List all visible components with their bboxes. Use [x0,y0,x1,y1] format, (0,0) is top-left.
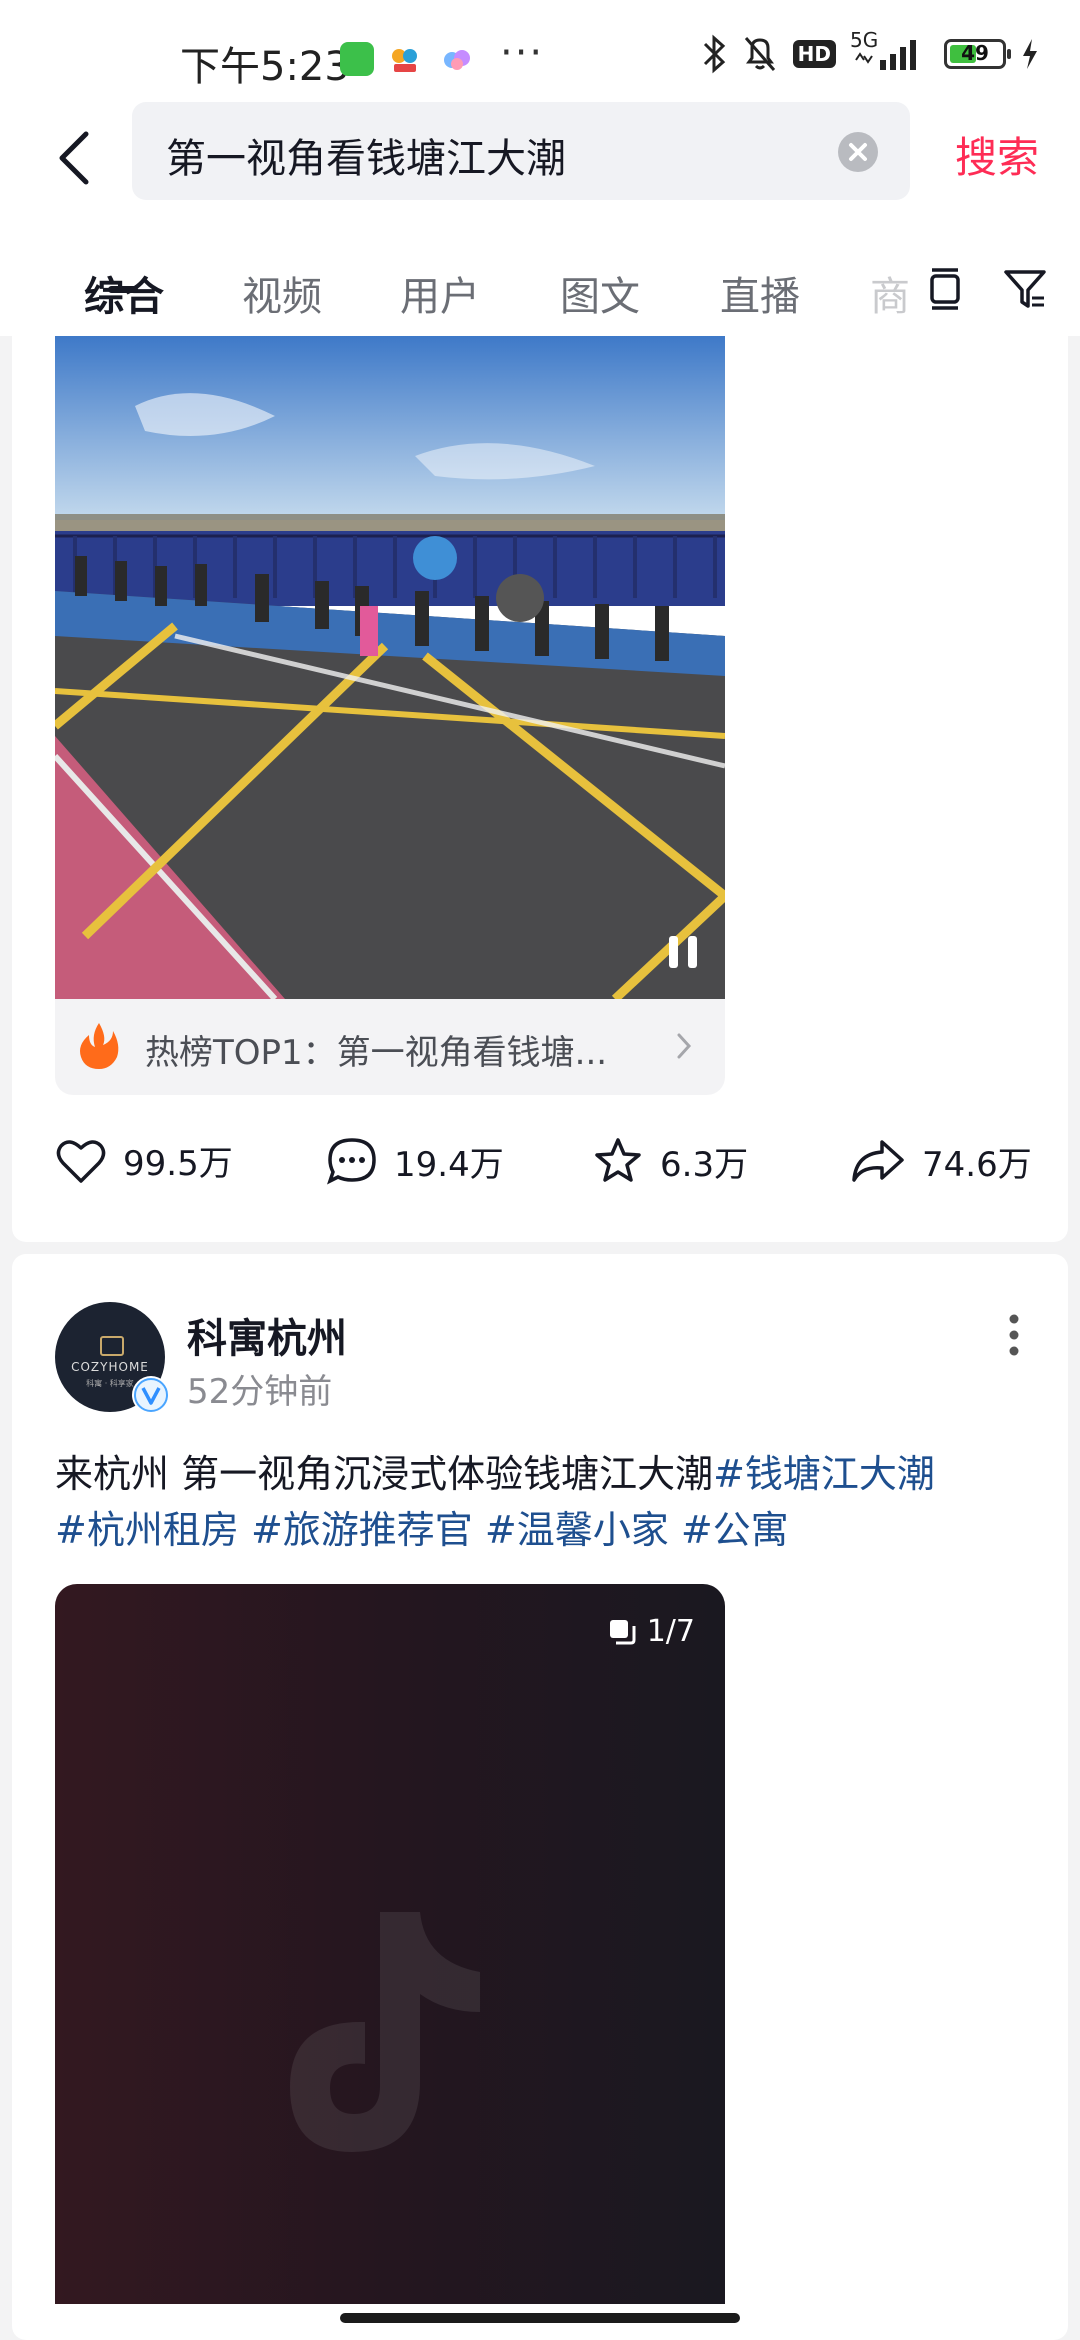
bluetooth-icon [703,34,725,74]
album-count: 1/7 [646,1614,695,1649]
status-time: 下午5:23 [180,44,350,90]
chevron-right-icon [675,1029,695,1072]
search-input[interactable]: 第一视角看钱塘江大潮 [132,102,910,200]
hashtag[interactable]: #温馨小家 [485,1508,669,1552]
engagement-bar: 99.5万 19.4万 6.3万 74.6万 [12,1136,1068,1216]
search-header: 第一视角看钱塘江大潮 搜索 综合 视频 用户 图文 直播 商 [0,100,1080,336]
filter-icon[interactable] [1000,264,1050,314]
avatar-logo-icon [100,1336,124,1356]
share-arrow-icon [852,1140,904,1182]
cloud-notification-icon [440,42,474,76]
heart-icon [56,1139,106,1183]
battery-icon: 49 [944,39,1011,69]
hashtag[interactable]: #公寓 [681,1508,789,1552]
description-text: 来杭州 第一视角沉浸式体验钱塘江大潮 [55,1452,714,1496]
tab-image-text[interactable]: 图文 [560,264,640,322]
author-name[interactable]: 科寓杭州 [187,1306,347,1364]
star-icon [595,1138,641,1182]
hot-ranking-text: 热榜TOP1：第一视角看钱塘... [145,1033,608,1073]
image-album[interactable]: 1/7 [55,1584,725,2304]
post-card-1: 热榜TOP1：第一视角看钱塘... 99.5万 19.4万 6.3万 74.6万 [12,336,1068,1242]
post-description: 来杭州 第一视角沉浸式体验钱塘江大潮#钱塘江大潮 #杭州租房 #旅游推荐官 #温馨… [55,1446,1035,1558]
tab-shop-partial[interactable]: 商 [870,264,910,322]
status-icons: HD 5G 49 [701,28,1040,74]
fire-icon [80,1023,119,1069]
favorite-button[interactable]: 6.3万 [592,1136,748,1186]
more-notifications-icon: ··· [500,30,545,76]
post-time: 52分钟前 [187,1372,333,1412]
avatar-brand: COZYHOME [71,1360,149,1374]
hashtag[interactable]: #旅游推荐官 [251,1508,473,1552]
more-vertical-icon [1009,1314,1019,1356]
wechat-notification-icon [340,42,374,76]
hd-badge: HD [792,40,836,68]
result-tabs: 综合 视频 用户 图文 直播 商 [0,236,1080,336]
tab-videos[interactable]: 视频 [242,264,322,322]
search-query: 第一视角看钱塘江大潮 [166,136,566,182]
like-button[interactable]: 99.5万 [55,1136,233,1185]
tab-users[interactable]: 用户 [400,264,480,322]
hot-ranking-link[interactable]: 热榜TOP1：第一视角看钱塘... [55,999,725,1095]
status-bar: 下午5:23 ··· HD 5G 49 [0,0,1080,100]
share-count: 74.6万 [922,1144,1032,1185]
album-counter: 1/7 [607,1614,695,1649]
mute-bell-icon [744,37,775,71]
hashtag[interactable]: #杭州租房 [55,1508,239,1552]
clear-search-button[interactable] [838,132,878,172]
layout-toggle-icon[interactable] [920,264,970,314]
close-icon [849,143,867,161]
tiktok-logo-icon [290,1912,480,2152]
search-button[interactable]: 搜索 [955,124,1039,185]
signal-icon [855,40,916,70]
tab-live[interactable]: 直播 [720,264,800,322]
home-indicator[interactable] [340,2313,740,2323]
charging-icon [1023,39,1037,69]
battery-level: 49 [961,41,989,65]
comment-icon [327,1138,376,1185]
video-frame-riverbank [55,336,725,999]
network-label: 5G [850,28,930,74]
back-button[interactable] [52,128,102,188]
post-card-2: COZYHOME 科寓 · 科享家 科寓杭州 52分钟前 来杭州 第一视角沉浸式… [12,1254,1068,2340]
video-player[interactable] [55,336,725,999]
tab-comprehensive[interactable]: 综合 [84,264,164,322]
share-button[interactable]: 74.6万 [850,1136,1032,1186]
hashtag[interactable]: #钱塘江大潮 [713,1452,935,1496]
stack-icon [609,1619,636,1644]
active-tab-indicator [108,286,138,293]
more-options-button[interactable] [1008,1310,1020,1360]
comment-count: 19.4万 [394,1144,504,1185]
comment-button[interactable]: 19.4万 [326,1136,504,1186]
like-count: 99.5万 [123,1144,233,1184]
back-arrow-icon [59,131,89,185]
favorite-count: 6.3万 [660,1144,749,1185]
app58-notification-icon [388,42,422,76]
verified-badge-icon [132,1376,170,1414]
pause-icon[interactable] [663,932,703,972]
